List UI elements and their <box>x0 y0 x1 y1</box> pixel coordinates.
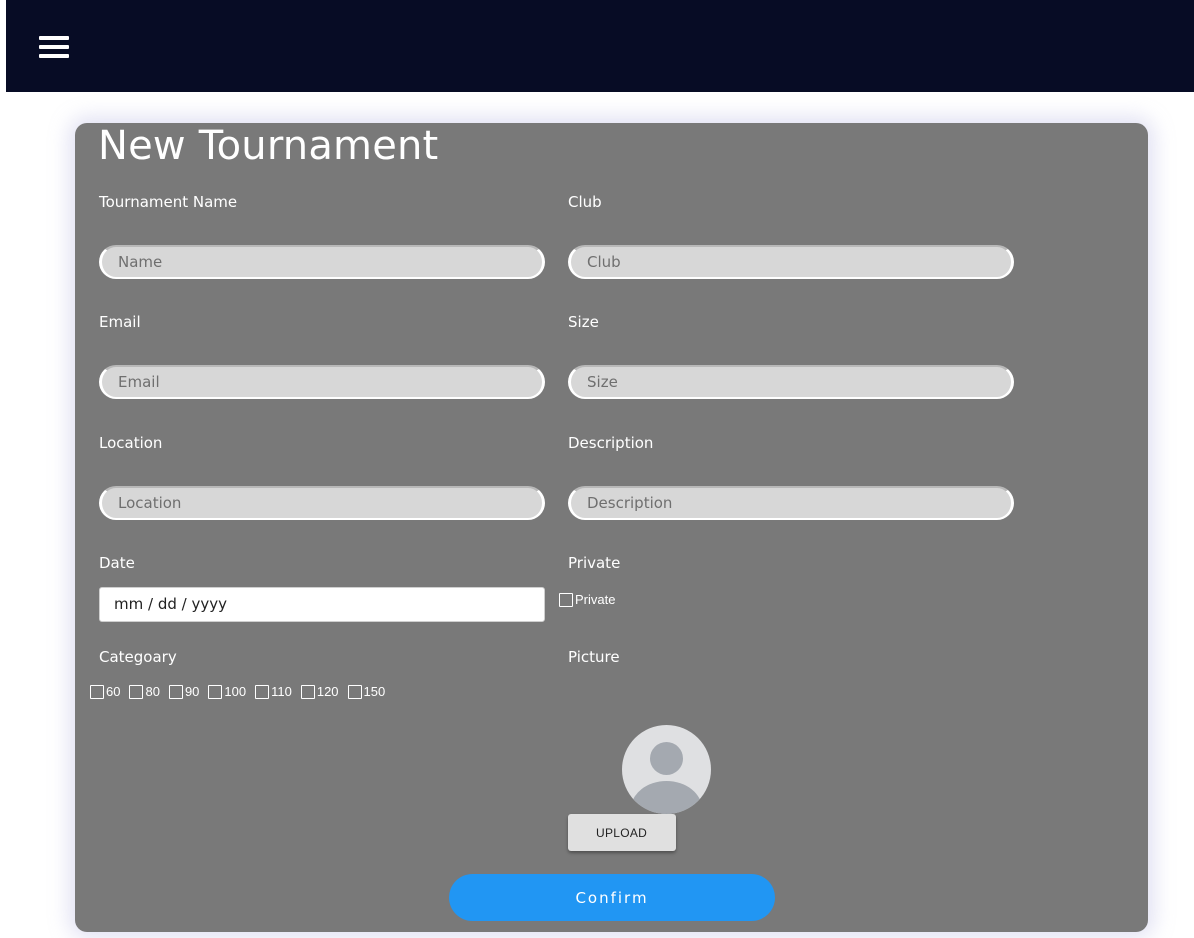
category-option-label: 60 <box>106 684 121 699</box>
avatar-head-shape <box>650 742 683 775</box>
email-label: Email <box>99 313 141 331</box>
checkbox-box[interactable] <box>559 592 573 607</box>
tournament-name-input[interactable] <box>99 245 545 279</box>
date-label: Date <box>99 554 135 572</box>
category-checkbox-80[interactable]: 80 <box>129 684 160 699</box>
date-input[interactable]: mm / dd / yyyy <box>99 587 545 622</box>
category-checkbox-90[interactable]: 90 <box>168 684 200 699</box>
description-label: Description <box>568 434 654 452</box>
category-checkbox-120[interactable]: 120 <box>300 684 339 699</box>
confirm-button[interactable]: Confirm <box>449 874 775 921</box>
checkbox-box[interactable] <box>300 684 315 699</box>
checkbox-box[interactable] <box>347 684 362 699</box>
category-label: Categoary <box>99 648 177 666</box>
club-label: Club <box>568 193 602 211</box>
size-input[interactable] <box>568 365 1014 399</box>
checkbox-box[interactable] <box>208 684 223 699</box>
category-checkbox-150[interactable]: 150 <box>347 684 386 699</box>
category-checkbox-100[interactable]: 100 <box>208 684 246 699</box>
avatar-body-shape <box>631 781 702 814</box>
checkbox-box[interactable] <box>129 684 144 699</box>
checkbox-box[interactable] <box>168 684 183 699</box>
category-checkbox-110[interactable]: 110 <box>255 684 292 699</box>
hamburger-menu-icon[interactable] <box>39 36 73 62</box>
checkbox-box[interactable] <box>255 684 270 699</box>
size-label: Size <box>568 313 599 331</box>
private-checkbox[interactable]: Private <box>559 592 615 607</box>
private-label: Private <box>568 554 621 572</box>
category-checkbox-group: 60 80 90 100 110 120 150 <box>90 684 394 699</box>
user-avatar-icon <box>622 725 711 814</box>
category-option-label: 90 <box>184 684 200 699</box>
tournament-name-label: Tournament Name <box>99 193 238 211</box>
email-input[interactable] <box>99 365 545 399</box>
private-checkbox-label: Private <box>575 592 616 607</box>
category-checkbox-60[interactable]: 60 <box>90 684 120 699</box>
new-tournament-form: New Tournament Tournament Name Club Emai… <box>75 123 1148 932</box>
page-title: New Tournament <box>98 123 439 169</box>
checkbox-box[interactable] <box>90 684 104 699</box>
upload-button[interactable]: UPLOAD <box>568 814 676 851</box>
top-app-bar <box>6 0 1194 92</box>
category-option-label: 80 <box>145 684 160 699</box>
location-label: Location <box>99 434 163 452</box>
location-input[interactable] <box>99 486 545 520</box>
category-option-label: 120 <box>316 684 339 699</box>
category-option-label: 110 <box>271 684 292 699</box>
club-input[interactable] <box>568 245 1014 279</box>
description-input[interactable] <box>568 486 1014 520</box>
category-option-label: 150 <box>363 684 386 699</box>
category-option-label: 100 <box>224 684 247 699</box>
picture-label: Picture <box>568 648 620 666</box>
